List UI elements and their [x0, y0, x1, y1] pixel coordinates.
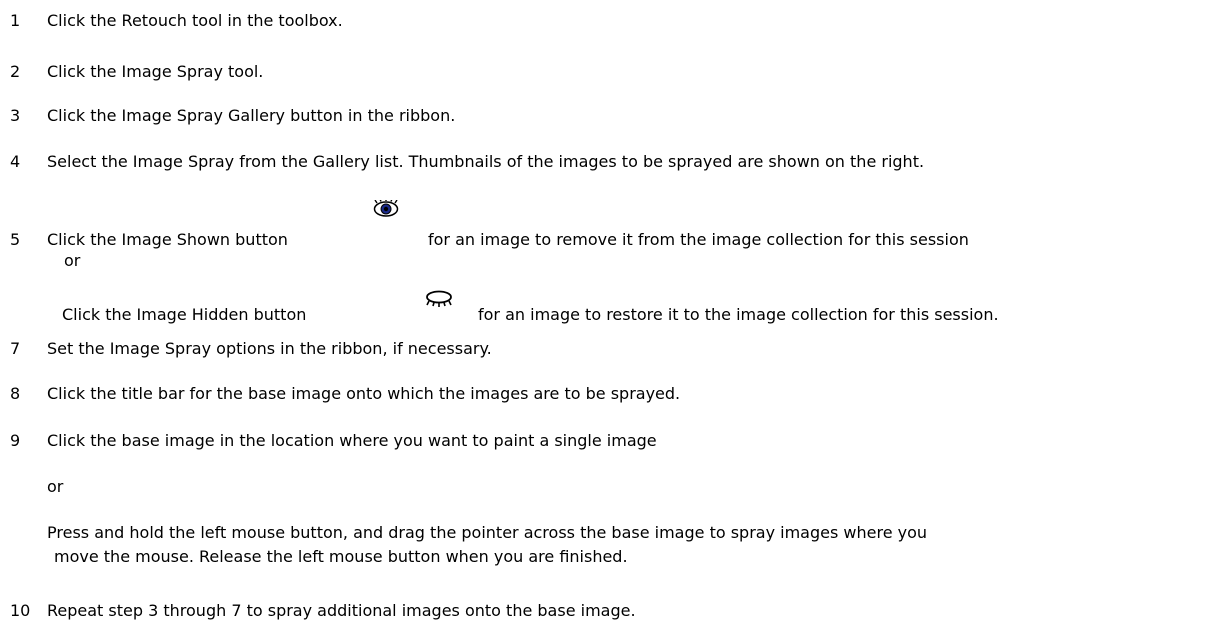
step-text: Click the base image in the location whe… — [47, 431, 657, 450]
step-text-after-icon: for an image to remove it from the image… — [428, 230, 969, 249]
step-number: 5 — [10, 230, 21, 249]
step-text: Click the Image Spray Gallery button in … — [47, 106, 456, 125]
step-text-before-icon: Click the Image Shown button — [47, 230, 288, 249]
step-text: Click the Retouch tool in the toolbox. — [47, 11, 343, 30]
step-number: 9 — [10, 431, 21, 450]
step-number: 1 — [10, 11, 21, 30]
step-text: Click the Image Spray tool. — [47, 62, 264, 81]
step-text: Set the Image Spray options in the ribbo… — [47, 339, 492, 358]
step-number: 10 — [10, 601, 31, 620]
step-number: 3 — [10, 106, 21, 125]
step-alt-text: move the mouse. Release the left mouse b… — [54, 547, 628, 566]
eye-icon — [373, 200, 399, 217]
step-alt-text-before-icon: Click the Image Hidden button — [62, 305, 307, 324]
step-number: 4 — [10, 152, 21, 171]
step-alt-text: Press and hold the left mouse button, an… — [47, 523, 928, 542]
or-text: or — [64, 251, 81, 270]
closed-eye-icon — [426, 290, 452, 307]
step-number: 2 — [10, 62, 21, 81]
step-number: 7 — [10, 339, 21, 358]
step-text: Click the title bar for the base image o… — [47, 384, 681, 403]
step-alt-text-after-icon: for an image to restore it to the image … — [478, 305, 999, 324]
step-text: Repeat step 3 through 7 to spray additio… — [47, 601, 636, 620]
step-text: Select the Image Spray from the Gallery … — [47, 152, 925, 171]
or-text: or — [47, 477, 64, 496]
step-number: 8 — [10, 384, 21, 403]
